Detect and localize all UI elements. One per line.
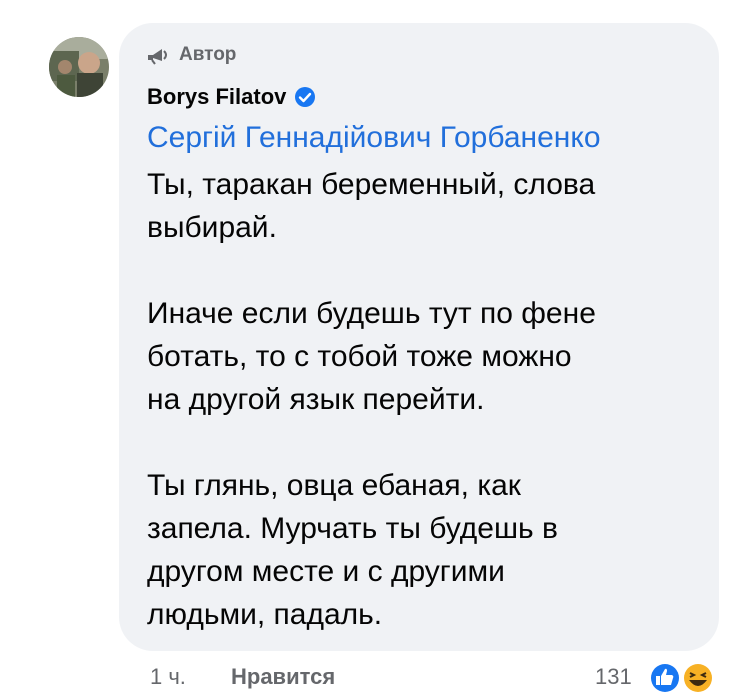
avatar-photo [49, 37, 109, 97]
megaphone-icon [148, 49, 167, 65]
author-row: Borys Filatov [147, 84, 316, 110]
comment-footer: 1 ч. Нравится 131 [0, 660, 748, 699]
comment-screenshot: Автор Borys Filatov Сергій Геннадійович … [0, 0, 748, 699]
avatar[interactable] [49, 37, 109, 97]
verified-badge-icon [295, 87, 316, 107]
reactions-summary[interactable] [645, 660, 725, 696]
haha-reaction-icon [682, 662, 714, 694]
comment-paragraph: Иначе если будешь тут по фене ботать, то… [147, 297, 596, 416]
comment-paragraph: Ты глянь, овца ебаная, как запела. Мурча… [147, 469, 558, 631]
like-button[interactable]: Нравится [231, 664, 335, 690]
mention-link[interactable]: Сергій Геннадійович Горбаненко [147, 121, 601, 155]
author-badge-label: Автор [179, 44, 237, 65]
timestamp[interactable]: 1 ч. [150, 664, 186, 690]
author-badge: Автор [147, 44, 236, 66]
author-name[interactable]: Borys Filatov [147, 84, 286, 110]
like-reaction-icon [649, 662, 681, 694]
comment-paragraph: Ты, таракан беременный, слова выбирай. [147, 168, 596, 244]
comment-text: Ты, таракан беременный, слова выбирай. И… [147, 163, 707, 679]
reaction-count[interactable]: 131 [595, 664, 632, 690]
